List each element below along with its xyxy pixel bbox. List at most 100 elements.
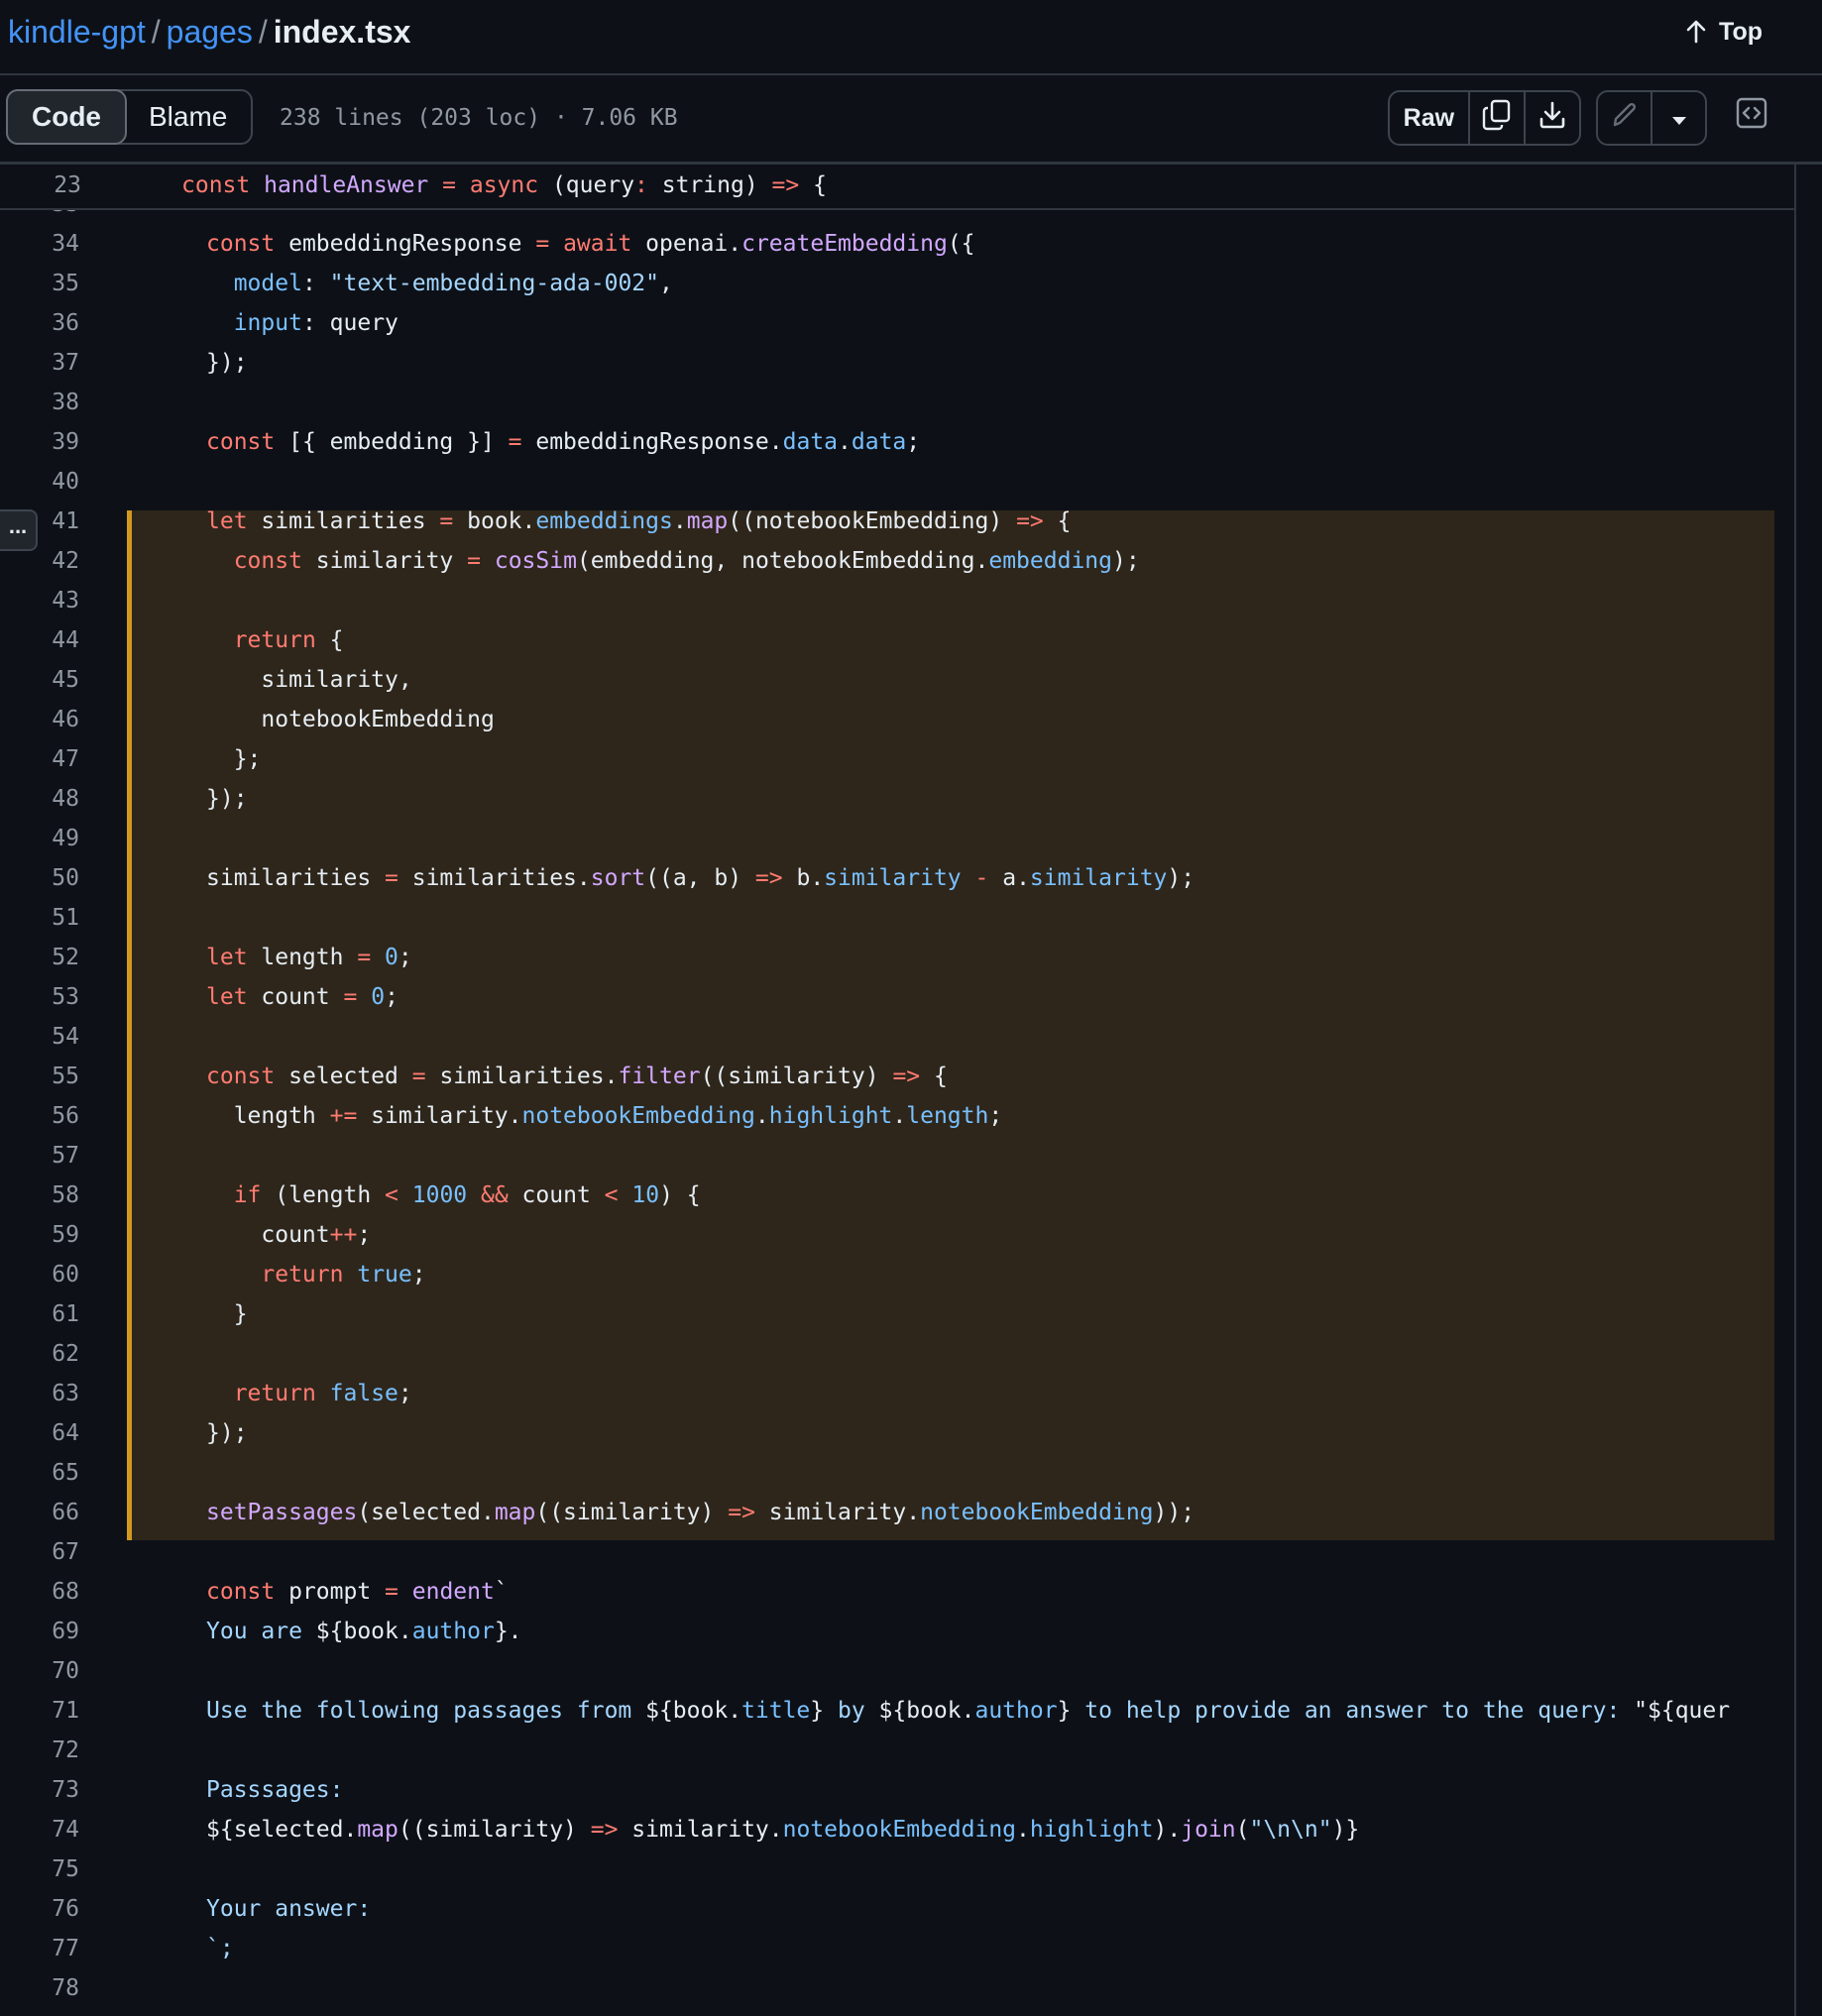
code-line[interactable]: 49 (0, 819, 1794, 858)
code-line[interactable]: 67 (0, 1532, 1794, 1572)
line-number[interactable]: 49 (0, 819, 79, 858)
code-line[interactable]: 43 (0, 581, 1794, 620)
line-number[interactable]: 46 (0, 700, 79, 739)
line-number[interactable]: 34 (0, 224, 79, 264)
code-line[interactable]: 50 similarities = similarities.sort((a, b… (0, 858, 1794, 898)
top-button[interactable]: Top (1685, 12, 1763, 52)
line-number[interactable]: 68 (0, 1572, 79, 1612)
code-line[interactable]: 53 let count = 0; (0, 977, 1794, 1017)
line-number[interactable]: 75 (0, 1849, 79, 1889)
line-number[interactable]: 48 (0, 779, 79, 819)
code-line[interactable]: 64}); (0, 1413, 1794, 1453)
line-number[interactable]: 43 (0, 581, 79, 620)
code-line[interactable]: 63 return false; (0, 1374, 1794, 1413)
edit-options-button[interactable] (1652, 92, 1705, 144)
line-number[interactable]: 74 (0, 1810, 79, 1849)
line-number[interactable]: 58 (0, 1176, 79, 1215)
line-number[interactable]: 65 (0, 1453, 79, 1493)
code-line[interactable]: 45 similarity, (0, 660, 1794, 700)
code-line[interactable]: 41 let similarities = book.embeddings.map… (0, 502, 1794, 541)
code-line[interactable]: 46 notebookEmbedding (0, 700, 1794, 739)
code-line[interactable]: 57 (0, 1136, 1794, 1176)
line-number[interactable]: 52 (0, 938, 79, 977)
line-number[interactable]: 40 (0, 462, 79, 502)
line-number[interactable]: 53 (0, 977, 79, 1017)
line-number[interactable]: 62 (0, 1334, 79, 1374)
copy-raw-button[interactable] (1470, 92, 1526, 144)
breadcrumb-folder-link[interactable]: pages (167, 14, 253, 50)
line-number[interactable]: 66 (0, 1493, 79, 1532)
line-number[interactable]: 78 (0, 1968, 79, 2008)
download-raw-button[interactable] (1526, 92, 1579, 144)
line-number[interactable]: 35 (0, 264, 79, 303)
line-number[interactable]: 61 (0, 1294, 79, 1334)
line-number[interactable]: 44 (0, 620, 79, 660)
code-line[interactable]: 52 let length = 0; (0, 938, 1794, 977)
line-number[interactable]: 77 (0, 1929, 79, 1968)
code-line[interactable]: 76 Your answer: (0, 1889, 1794, 1929)
line-number[interactable]: 64 (0, 1413, 79, 1453)
line-number[interactable]: 71 (0, 1691, 79, 1731)
code-line[interactable]: 59 count++; (0, 1215, 1794, 1255)
code-line[interactable]: 47 }; (0, 739, 1794, 779)
line-number[interactable]: 73 (0, 1770, 79, 1810)
line-number[interactable]: 60 (0, 1255, 79, 1294)
line-number[interactable]: 76 (0, 1889, 79, 1929)
line-number[interactable]: 37 (0, 343, 79, 383)
line-number[interactable]: 72 (0, 1731, 79, 1770)
symbols-panel-button[interactable] (1730, 90, 1773, 142)
line-number[interactable]: 38 (0, 383, 79, 422)
code-line[interactable]: 55 const selected = similarities.filter((… (0, 1057, 1794, 1096)
line-number[interactable]: 36 (0, 303, 79, 343)
code-line[interactable]: 69 You are ${book.author}. (0, 1612, 1794, 1651)
code-line[interactable]: 74 ${selected.map((similarity) => similar… (0, 1810, 1794, 1849)
code-line[interactable]: 51 (0, 898, 1794, 938)
code-line[interactable]: 68 const prompt = endent` (0, 1572, 1794, 1612)
code-line[interactable]: 70 (0, 1651, 1794, 1691)
line-number[interactable]: 47 (0, 739, 79, 779)
line-number[interactable]: 54 (0, 1017, 79, 1057)
code-line[interactable]: 36 input: query (0, 303, 1794, 343)
code-line[interactable]: 73 Passsages: (0, 1770, 1794, 1810)
line-number[interactable]: 57 (0, 1136, 79, 1176)
code-line[interactable]: 39 const [{ embedding }] = embeddingRespo… (0, 422, 1794, 462)
line-number[interactable]: 50 (0, 858, 79, 898)
edit-file-button[interactable] (1598, 92, 1652, 144)
code-line[interactable]: 38 (0, 383, 1794, 422)
code-line[interactable]: 61 } (0, 1294, 1794, 1334)
line-number[interactable]: 70 (0, 1651, 79, 1691)
code-line[interactable]: 42 const similarity = cosSim(embedding, … (0, 541, 1794, 581)
code-line[interactable]: 58 if (length < 1000 && count < 10) { (0, 1176, 1794, 1215)
code-line[interactable]: 62 (0, 1334, 1794, 1374)
code-line[interactable]: 75 (0, 1849, 1794, 1889)
code-line[interactable]: 44 return { (0, 620, 1794, 660)
code-line[interactable]: 65 (0, 1453, 1794, 1493)
line-number[interactable]: 51 (0, 898, 79, 938)
code-line[interactable]: 71 Use the following passages from ${book… (0, 1691, 1794, 1731)
breadcrumb-repo-link[interactable]: kindle-gpt (8, 14, 146, 50)
line-number[interactable]: 55 (0, 1057, 79, 1096)
code-line[interactable]: 78 (0, 1968, 1794, 2008)
code-line[interactable]: 72 (0, 1731, 1794, 1770)
line-number[interactable]: 39 (0, 422, 79, 462)
line-number[interactable]: 45 (0, 660, 79, 700)
line-number[interactable]: 69 (0, 1612, 79, 1651)
code-line[interactable]: 77 `; (0, 1929, 1794, 1968)
line-options-button[interactable]: ... (0, 509, 38, 551)
code-line[interactable]: 48}); (0, 779, 1794, 819)
code-line[interactable]: 37}); (0, 343, 1794, 383)
line-number[interactable]: 63 (0, 1374, 79, 1413)
code-line[interactable]: 40 (0, 462, 1794, 502)
line-number[interactable]: 56 (0, 1096, 79, 1136)
code-tab[interactable]: Code (6, 89, 127, 145)
sticky-function-header[interactable]: 23 const handleAnswer = async (query: st… (0, 165, 1794, 210)
code-line[interactable]: 35 model: "text-embedding-ada-002", (0, 264, 1794, 303)
code-line[interactable]: 34 const embeddingResponse = await openai… (0, 224, 1794, 264)
line-number[interactable]: 67 (0, 1532, 79, 1572)
code-line[interactable]: 66 setPassages(selected.map((similarity) … (0, 1493, 1794, 1532)
line-number[interactable]: 59 (0, 1215, 79, 1255)
code-line[interactable]: 56 length += similarity.notebookEmbeddin… (0, 1096, 1794, 1136)
code-line[interactable]: 60 return true; (0, 1255, 1794, 1294)
code-line[interactable]: 54 (0, 1017, 1794, 1057)
raw-button[interactable]: Raw (1390, 92, 1470, 144)
